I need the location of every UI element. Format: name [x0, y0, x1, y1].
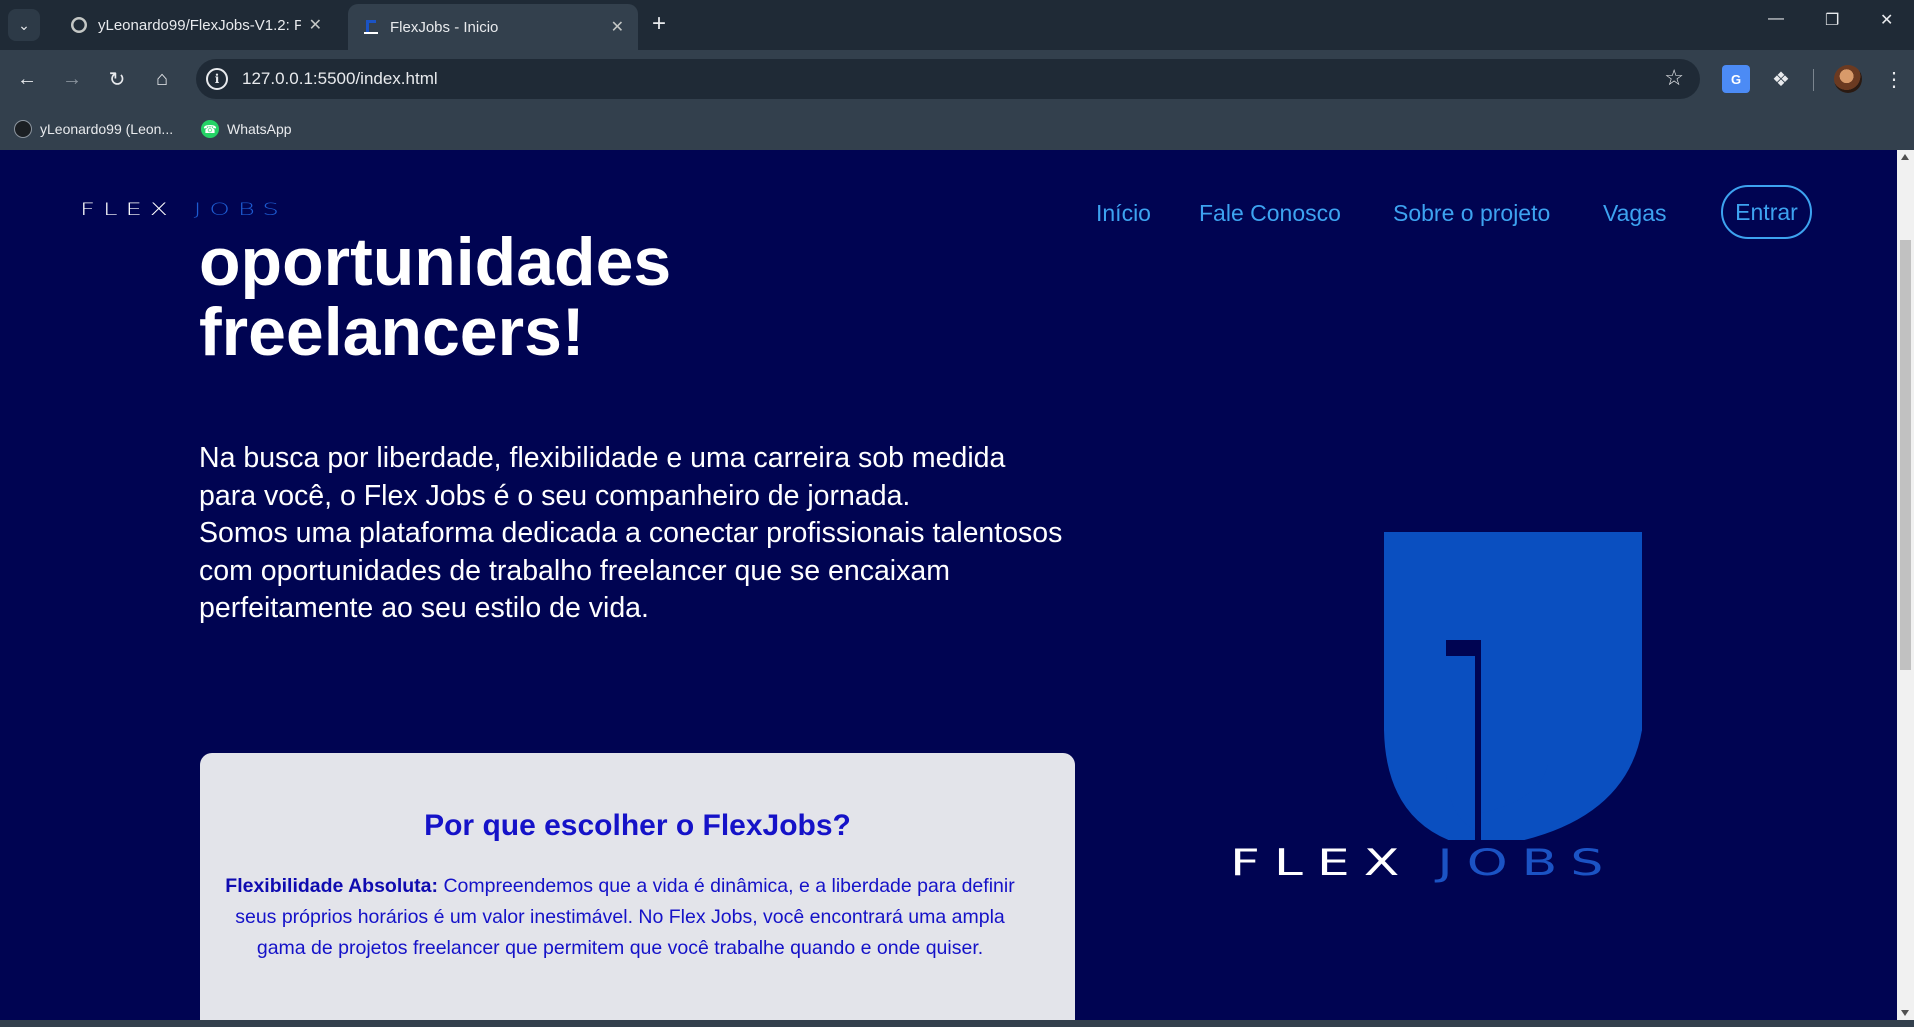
browser-toolbar: ← → ↻ ⌂ i 127.0.0.1:5500/index.html ☆ G … — [0, 50, 1914, 108]
home-icon[interactable]: ⌂ — [146, 63, 178, 95]
flexjobs-big-logo: FLEX JOBS — [1230, 530, 1790, 930]
hero-paragraph: Somos uma plataforma dedicada a conectar… — [199, 517, 1063, 624]
nav-link-inicio[interactable]: Início — [1096, 200, 1151, 227]
bookmark-label: WhatsApp — [227, 121, 292, 137]
tab-search-button[interactable]: ⌄ — [8, 9, 40, 41]
github-icon — [71, 17, 87, 33]
site-info-icon[interactable]: i — [206, 68, 228, 90]
back-icon[interactable]: ← — [11, 63, 43, 95]
toolbar-divider — [1813, 69, 1814, 91]
scroll-up-icon[interactable] — [1901, 154, 1909, 160]
why-choose-card: Por que escolher o FlexJobs? Flexibilida… — [200, 753, 1075, 1020]
minimize-icon[interactable]: — — [1768, 10, 1784, 28]
new-tab-button[interactable]: + — [652, 10, 666, 38]
big-logo-text: FLEX JOBS — [1230, 842, 1790, 884]
address-bar[interactable]: i 127.0.0.1:5500/index.html ☆ — [196, 59, 1700, 99]
browser-tab-github[interactable]: yLeonardo99/FlexJobs-V1.2: Pro ✕ — [56, 6, 336, 44]
forward-icon[interactable]: → — [56, 63, 88, 95]
flexjobs-page: FLEX JOBS Início Fale Conosco Sobre o pro… — [0, 150, 1897, 1020]
why-choose-text: Flexibilidade Absoluta: Compreendemos qu… — [220, 871, 1020, 964]
browser-tab-bar: ⌄ yLeonardo99/FlexJobs-V1.2: Pro ✕ FlexJ… — [0, 0, 1914, 50]
scroll-down-icon[interactable] — [1901, 1010, 1909, 1016]
nav-link-sobre-o-projeto[interactable]: Sobre o projeto — [1393, 200, 1550, 227]
bookmark-github[interactable]: yLeonardo99 (Leon... — [14, 116, 173, 142]
login-button[interactable]: Entrar — [1721, 185, 1812, 239]
hero-description: Na busca por liberdade, flexibilidade e … — [199, 440, 1069, 628]
close-icon[interactable]: ✕ — [611, 17, 624, 37]
bookmarks-bar: yLeonardo99 (Leon... ☎ WhatsApp — [0, 108, 1914, 150]
big-logo-jobs: JOBS — [1437, 842, 1618, 884]
window-bottom-edge — [0, 1020, 1914, 1027]
nav-link-fale-conosco[interactable]: Fale Conosco — [1199, 200, 1341, 227]
profile-avatar[interactable] — [1834, 65, 1862, 93]
logo-text-flex: FLEX — [80, 200, 176, 220]
bookmark-star-icon[interactable]: ☆ — [1664, 65, 1684, 91]
bookmark-whatsapp[interactable]: ☎ WhatsApp — [201, 116, 292, 142]
extensions-icon[interactable]: ❖ — [1767, 65, 1795, 93]
scroll-thumb[interactable] — [1900, 240, 1911, 670]
why-item-label: Flexibilidade Absoluta: — [225, 875, 439, 897]
hero-title: oportunidades freelancers! — [199, 224, 671, 379]
reload-icon[interactable]: ↻ — [101, 63, 133, 95]
big-logo-flex: FLEX — [1230, 842, 1414, 884]
flexjobs-favicon-icon — [364, 20, 378, 34]
browser-tab-flexjobs[interactable]: FlexJobs - Inicio ✕ — [348, 4, 638, 50]
nav-link-vagas[interactable]: Vagas — [1603, 200, 1667, 227]
github-icon — [14, 120, 32, 138]
why-choose-title: Por que escolher o FlexJobs? — [424, 809, 851, 842]
tab-title: yLeonardo99/FlexJobs-V1.2: Pro — [98, 16, 301, 34]
chevron-down-icon: ⌄ — [18, 16, 30, 33]
close-icon[interactable]: ✕ — [309, 15, 322, 35]
restore-icon[interactable]: ❐ — [1825, 10, 1839, 30]
tab-title: FlexJobs - Inicio — [390, 18, 499, 36]
more-menu-icon[interactable]: ⋮ — [1880, 65, 1908, 93]
url-text[interactable]: 127.0.0.1:5500/index.html — [242, 69, 438, 89]
bookmark-label: yLeonardo99 (Leon... — [40, 121, 174, 137]
translate-icon[interactable]: G — [1722, 65, 1750, 93]
hero-paragraph: Na busca por liberdade, flexibilidade e … — [199, 442, 1006, 512]
page-scrollbar[interactable] — [1897, 150, 1914, 1020]
flexjobs-emblem-icon — [1384, 532, 1642, 840]
whatsapp-icon: ☎ — [201, 120, 219, 138]
close-window-icon[interactable]: ✕ — [1880, 10, 1893, 30]
